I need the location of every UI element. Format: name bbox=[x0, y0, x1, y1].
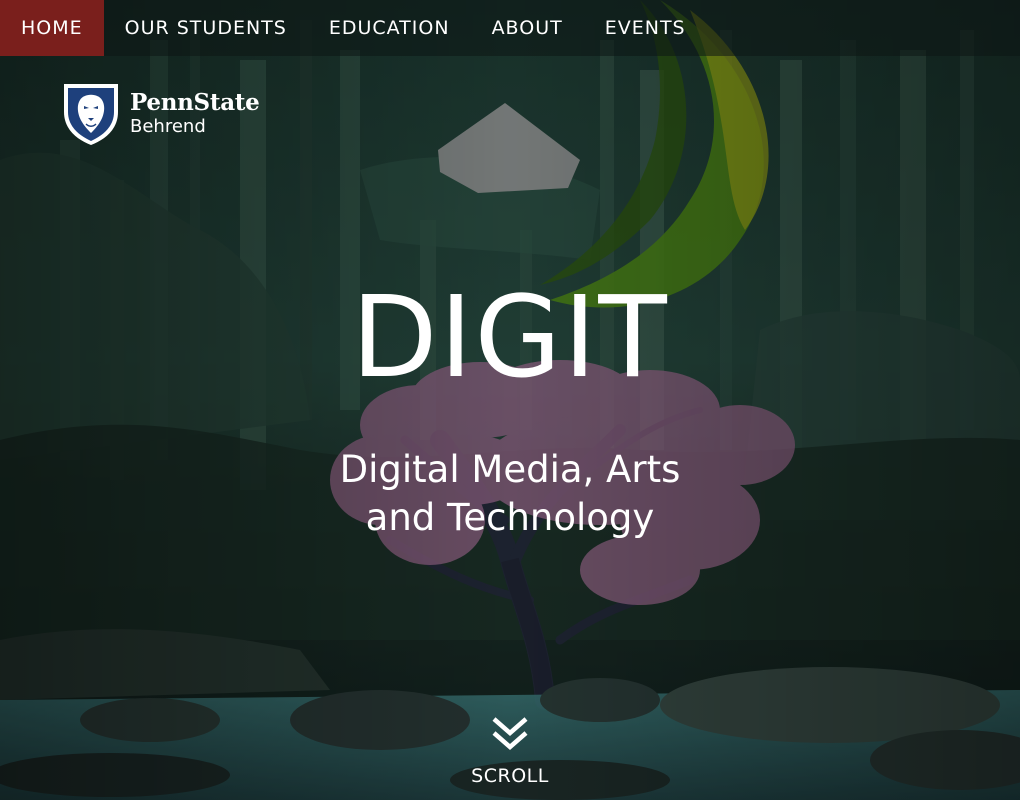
scroll-button[interactable]: SCROLL bbox=[0, 714, 1020, 787]
nav-item-home[interactable]: HOME bbox=[0, 0, 104, 56]
top-navigation: HOME OUR STUDENTS EDUCATION ABOUT EVENTS bbox=[0, 0, 1020, 56]
nav-item-about[interactable]: ABOUT bbox=[471, 0, 584, 56]
hero-title: DIGIT bbox=[351, 273, 669, 403]
nav-item-our-students[interactable]: OUR STUDENTS bbox=[104, 0, 308, 56]
double-chevron-down-icon bbox=[492, 717, 528, 750]
pennstate-behrend-logo[interactable]: PennState Behrend bbox=[62, 82, 260, 146]
logo-name: PennState bbox=[130, 88, 260, 116]
logo-wordmark: PennState Behrend bbox=[130, 88, 260, 138]
hero-subtitle-line-1: Digital Media, Arts bbox=[339, 448, 681, 491]
nav-item-events[interactable]: EVENTS bbox=[584, 0, 707, 56]
logo-campus: Behrend bbox=[130, 116, 206, 138]
scroll-label: SCROLL bbox=[471, 765, 549, 787]
page: HOME OUR STUDENTS EDUCATION ABOUT EVENTS… bbox=[0, 0, 1020, 800]
hero-subtitle-line-2: and Technology bbox=[365, 496, 655, 539]
nav-item-education[interactable]: EDUCATION bbox=[308, 0, 471, 56]
hero-subtitle: Digital Media, Arts and Technology bbox=[0, 446, 1020, 542]
nittany-lion-shield-icon bbox=[64, 84, 118, 145]
